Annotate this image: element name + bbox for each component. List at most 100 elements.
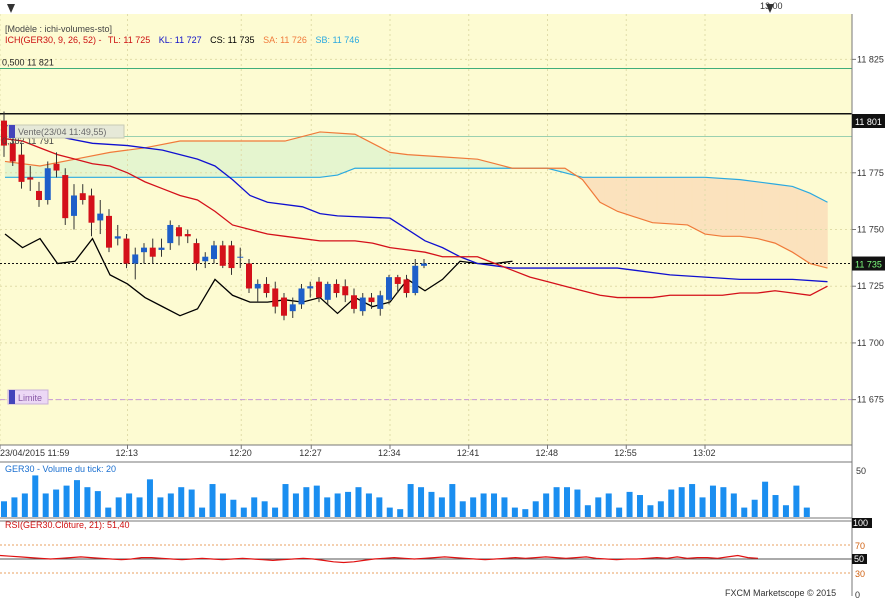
- sell-order-label[interactable]: Vente(23/04 11:49,55): [18, 127, 106, 137]
- volume-bar: [438, 497, 445, 517]
- kumo-segment: [258, 140, 264, 178]
- kumo-segment: [599, 177, 605, 205]
- kumo-segment: [604, 177, 609, 208]
- volume-bar: [219, 493, 226, 517]
- candle-bullish: [421, 263, 427, 266]
- candle-bearish: [263, 283, 270, 294]
- candle-bearish: [36, 190, 42, 201]
- kumo-segment: [726, 178, 732, 237]
- x-tick-label: 13:02: [693, 448, 716, 458]
- limit-order-label[interactable]: Limite: [18, 393, 42, 403]
- candle-bearish: [333, 283, 340, 294]
- volume-bar: [345, 491, 352, 517]
- kumo-segment: [652, 177, 658, 224]
- volume-bar: [689, 484, 696, 517]
- kumo-segment: [324, 131, 329, 178]
- candle-bullish: [324, 283, 331, 300]
- kumo-segment: [757, 181, 763, 241]
- kumo-segment: [661, 177, 666, 224]
- y-tick-label: 11 750: [857, 225, 884, 235]
- limit-handle-icon[interactable]: [9, 390, 15, 404]
- volume-bar: [94, 491, 101, 517]
- kumo-segment: [267, 140, 273, 178]
- volume-bar: [230, 499, 237, 517]
- kumo-segment: [227, 140, 233, 178]
- volume-bar: [803, 507, 810, 517]
- kumo-segment: [372, 142, 378, 169]
- kumo-segment: [639, 177, 644, 221]
- kumo-segment: [289, 138, 294, 178]
- kumo-segment: [162, 143, 168, 178]
- kumo-segment: [682, 177, 688, 226]
- candle-bullish: [71, 195, 77, 216]
- volume-bar: [324, 497, 331, 517]
- volume-bar: [32, 475, 39, 517]
- kumo-segment: [761, 182, 767, 242]
- volume-bar: [105, 507, 112, 517]
- kumo-segment: [678, 177, 684, 225]
- kumo-segment: [626, 177, 631, 216]
- kumo-segment: [814, 195, 819, 267]
- candle-bullish: [211, 245, 217, 259]
- volume-bar: [178, 487, 185, 517]
- kumo-segment: [223, 140, 229, 178]
- top-time-label: 13:00: [760, 1, 783, 11]
- volume-bar: [762, 481, 769, 517]
- kumo-segment: [249, 140, 255, 178]
- volume-bar: [376, 497, 383, 517]
- candle-bearish: [394, 277, 401, 284]
- y-tick-label: 11 775: [857, 168, 884, 178]
- candle-bearish: [9, 143, 16, 162]
- x-tick-label: 12:55: [614, 448, 637, 458]
- trading-chart[interactable]: 11 825 11 775 11 750 11 725 11 700 11 675 23/0…: [0, 0, 892, 600]
- kumo-segment: [398, 153, 404, 169]
- kumo-segment: [468, 158, 474, 169]
- candle-bullish: [412, 265, 419, 294]
- chart-canvas[interactable]: 11 825 11 775 11 750 11 725 11 700 11 675 23/0…: [0, 0, 892, 600]
- kumo-segment: [669, 177, 675, 225]
- volume-bar: [21, 493, 28, 517]
- rsi-level-0: 0: [855, 590, 860, 600]
- kumo-segment: [709, 177, 714, 236]
- volume-bar: [574, 489, 581, 517]
- volume-bar: [543, 493, 550, 517]
- kumo-segment: [437, 156, 443, 169]
- kumo-segment: [612, 177, 618, 212]
- candle-bullish: [202, 256, 209, 262]
- kumo-segment: [420, 155, 426, 169]
- kumo-segment: [717, 177, 723, 237]
- kumo-segment: [114, 150, 119, 178]
- volume-bar: [522, 509, 529, 517]
- volume-bar: [313, 485, 320, 517]
- candle-bullish: [307, 286, 314, 289]
- candle-bullish: [44, 168, 51, 201]
- kumo-segment: [254, 140, 259, 178]
- volume-bar: [146, 479, 153, 517]
- candle-bullish: [237, 256, 244, 258]
- kumo-segment: [35, 165, 41, 178]
- kumo-segment: [350, 133, 356, 171]
- x-tick-label: 12:41: [457, 448, 480, 458]
- candle-bullish: [377, 295, 384, 309]
- volume-bar: [418, 487, 425, 517]
- volume-bar: [397, 509, 404, 517]
- candle-bullish: [359, 297, 366, 312]
- volume-bar: [709, 485, 716, 517]
- kumo-segment: [424, 155, 430, 169]
- candle-bullish: [254, 283, 261, 289]
- kumo-segment: [188, 140, 194, 178]
- kumo-segment: [433, 156, 439, 169]
- volume-bar: [647, 505, 654, 517]
- candle-bearish: [88, 195, 95, 223]
- kumo-segment: [656, 177, 662, 224]
- volume-bar: [188, 489, 195, 517]
- kumo-segment: [411, 154, 417, 169]
- volume-bar: [772, 495, 779, 517]
- x-tick-label: 12:20: [229, 448, 252, 458]
- kumo-segment: [166, 142, 172, 178]
- kumo-segment: [214, 140, 220, 178]
- sell-order-handle-icon[interactable]: [9, 125, 15, 138]
- time-marker-left-icon[interactable]: [7, 4, 15, 13]
- kumo-segment: [416, 154, 421, 169]
- kumo-segment: [83, 156, 89, 178]
